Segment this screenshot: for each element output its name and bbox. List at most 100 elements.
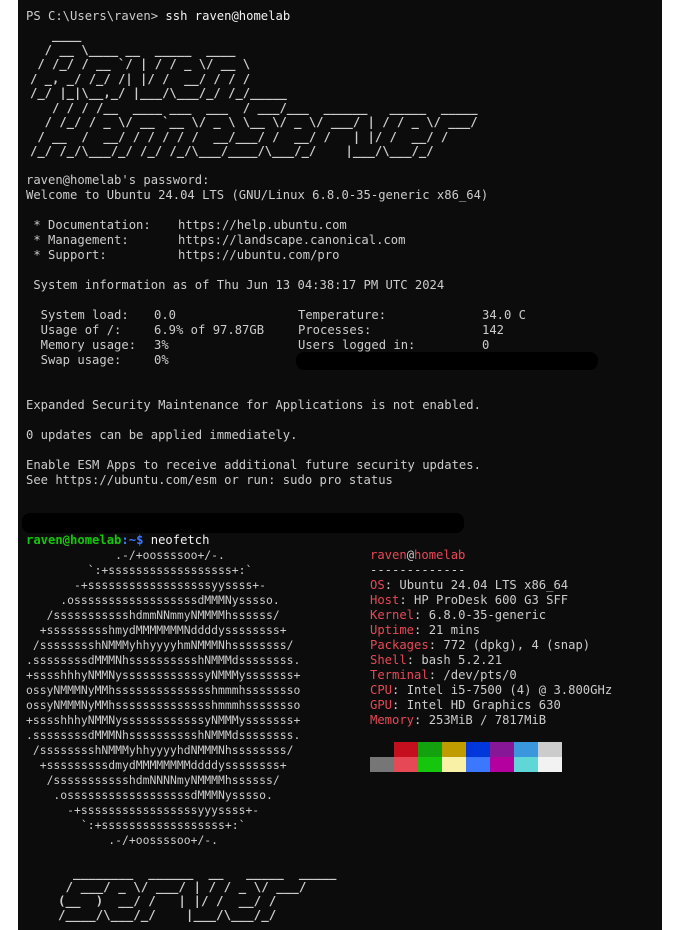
neofetch-field-uptime: Uptime: 21 mins <box>370 623 480 638</box>
palette-swatch <box>370 757 394 772</box>
terminal-window[interactable]: PS C:\Users\raven> ssh raven@homelab ___… <box>18 0 662 930</box>
neofetch-field-os: OS: Ubuntu 24.04 LTS x86_64 <box>370 578 568 593</box>
neofetch-field-packages: Packages: 772 (dpkg), 4 (snap) <box>370 638 590 653</box>
field-value: 6.8.0-35-generic <box>428 608 547 622</box>
palette-swatch <box>490 742 514 757</box>
link-management: * Management: https://landscape.canonical… <box>26 233 405 248</box>
palette-swatch <box>514 742 538 757</box>
field-key: CPU <box>370 683 393 697</box>
field-key: OS <box>370 578 385 592</box>
neofetch-field-gpu: GPU: Intel HD Graphics 630 <box>370 698 561 713</box>
sysinfo-label: Temperature: <box>298 308 387 322</box>
field-key: Kernel <box>370 608 415 622</box>
field-colon: : <box>414 713 429 727</box>
link-label: * Documentation: <box>26 218 151 232</box>
field-colon: : <box>392 698 407 712</box>
field-colon: : <box>406 653 422 667</box>
neofetch-field-host: Host: HP ProDesk 600 G3 SFF <box>370 593 568 608</box>
field-key: GPU <box>370 698 393 712</box>
esm-enable-line: Enable ESM Apps to receive additional fu… <box>26 458 481 472</box>
neofetch-field-terminal: Terminal: /dev/pts/0 <box>370 668 517 683</box>
neofetch-field-cpu: CPU: Intel i5-7500 (4) @ 3.800GHz <box>370 683 612 698</box>
sysinfo-label: System load: <box>26 308 129 322</box>
redaction-bar <box>22 513 464 533</box>
sysinfo-value: 0 <box>482 338 490 352</box>
field-colon: : <box>428 668 444 682</box>
prompt-user-host: raven@homelab <box>26 533 122 547</box>
sysinfo-label: Swap usage: <box>26 353 122 367</box>
field-colon: : <box>392 683 407 697</box>
palette-swatch <box>370 742 394 757</box>
esm-status-line: Expanded Security Maintenance for Applic… <box>26 398 481 412</box>
palette-swatch <box>394 742 418 757</box>
server-ascii-art: ________ ______ __ _____ _____ / ___/ _ … <box>58 865 337 922</box>
sysinfo-value: 0% <box>154 353 169 367</box>
palette-swatch <box>514 757 538 772</box>
link-documentation: * Documentation: https://help.ubuntu.com <box>26 218 346 233</box>
sysinfo-value: 3% <box>154 338 169 352</box>
field-value: 772 (dpkg), 4 (snap) <box>443 638 591 652</box>
field-key: Packages <box>370 638 429 652</box>
field-key: Shell <box>370 653 407 667</box>
neofetch-user: raven <box>370 548 407 562</box>
link-label: * Management: <box>26 233 129 247</box>
ssh-command: ssh raven@homelab <box>165 9 291 23</box>
link-url[interactable]: https://landscape.canonical.com <box>178 233 405 248</box>
neofetch-separator: ------------- <box>370 563 466 577</box>
field-value: HP ProDesk 600 G3 SFF <box>414 593 569 607</box>
field-colon: : <box>428 638 444 652</box>
field-colon: : <box>399 593 415 607</box>
ascii-banner-raven-homeserver: ____ / __ \____ __ _____ ____ / /_/ / __… <box>30 28 478 158</box>
palette-swatch <box>418 742 442 757</box>
field-value: 21 mins <box>428 623 481 637</box>
sysinfo-value: 6.9% of 97.87GB <box>154 323 265 337</box>
field-value: Ubuntu 24.04 LTS x86_64 <box>399 578 569 592</box>
neofetch-field-kernel: Kernel: 6.8.0-35-generic <box>370 608 546 623</box>
powershell-prompt-line: PS C:\Users\raven> ssh raven@homelab <box>26 9 290 24</box>
welcome-message: Welcome to Ubuntu 24.04 LTS (GNU/Linux 6… <box>26 188 489 202</box>
palette-swatch <box>538 742 562 757</box>
powershell-prompt: PS C:\Users\raven> <box>26 9 166 23</box>
neofetch-field-shell: Shell: bash 5.2.21 <box>370 653 502 668</box>
field-key: Host <box>370 593 400 607</box>
sysinfo-value: 34.0 C <box>482 308 527 322</box>
prompt-path: :~$ <box>121 533 151 547</box>
field-colon: : <box>384 578 400 592</box>
field-key: Uptime <box>370 623 415 637</box>
neofetch-field-memory: Memory: 253MiB / 7817MiB <box>370 713 546 728</box>
palette-swatch <box>466 742 490 757</box>
link-url[interactable]: https://help.ubuntu.com <box>178 218 347 233</box>
sysinfo-value: 142 <box>482 323 505 337</box>
neofetch-title: raven@homelab <box>370 548 465 563</box>
sysinfo-label: Users logged in: <box>298 338 416 352</box>
sysinfo-value: 0.0 <box>154 308 177 322</box>
field-colon: : <box>414 623 429 637</box>
redaction-bar <box>296 352 598 370</box>
palette-swatch <box>466 757 490 772</box>
field-value: Intel i5-7500 (4) @ 3.800GHz <box>406 683 613 697</box>
sysinfo-label: Memory usage: <box>26 338 137 352</box>
field-value: Intel HD Graphics 630 <box>406 698 561 712</box>
field-key: Terminal <box>370 668 429 682</box>
ubuntu-logo-art: .-/+oossssoo+/-. `:+ssssssssssssssssss+:… <box>26 548 301 847</box>
esm-see-line: See https://ubuntu.com/esm or run: sudo … <box>26 473 393 487</box>
field-value: bash 5.2.21 <box>421 653 503 667</box>
password-prompt: raven@homelab's password: <box>26 173 210 187</box>
sysinfo-label: Processes: <box>298 323 372 337</box>
palette-swatch <box>490 757 514 772</box>
field-value: 253MiB / 7817MiB <box>428 713 547 727</box>
updates-line: 0 updates can be applied immediately. <box>26 428 298 442</box>
link-label: * Support: <box>26 248 107 262</box>
palette-swatch <box>538 757 562 772</box>
link-support: * Support: https://ubuntu.com/pro <box>26 248 339 263</box>
neofetch-command: neofetch <box>150 533 210 547</box>
palette-swatch <box>442 757 466 772</box>
link-url[interactable]: https://ubuntu.com/pro <box>178 248 339 263</box>
field-colon: : <box>414 608 429 622</box>
bash-prompt-line: raven@homelab:~$ neofetch <box>26 533 209 548</box>
field-key: Memory <box>370 713 415 727</box>
palette-swatch <box>418 757 442 772</box>
neofetch-host: homelab <box>414 548 466 562</box>
palette-swatch <box>394 757 418 772</box>
neofetch-at: @ <box>406 548 415 562</box>
